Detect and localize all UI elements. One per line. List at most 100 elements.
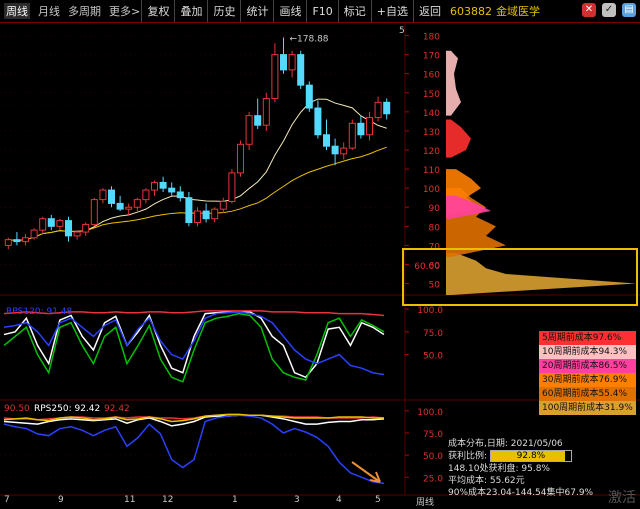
candle-body [73,231,81,237]
price-tick-label: 170 [423,52,440,62]
highlight-price-label: 60.00 [414,262,440,272]
x-tick-label: 12 [162,495,174,505]
candle-body [142,189,150,201]
candle-body [305,84,313,109]
candle-body [331,145,339,155]
price-tick-label: 70 [429,242,441,252]
cost-layer-6 [446,50,461,116]
candle-body [365,117,374,136]
cost-date-row: 成本分布,日期: 2021/05/06 [446,438,640,450]
candle-body [64,220,73,237]
x-tick-label: 5 [375,495,381,505]
cost-legend: 5周期前成本97.6% 10周期前成本94.3% 20周期前成本86.5% 30… [539,331,636,415]
candle-body [262,97,270,126]
candle-body [245,115,253,145]
profit-label: 获利比例: [448,451,488,462]
x-tick-label: 9 [58,495,64,505]
candle-body [202,210,210,220]
chart-canvas: 5060708090100110120130140150160170180←17… [0,22,640,496]
candle-body [116,202,124,210]
rps-tick-label: 50.0 [423,352,443,362]
price-tick-label: 130 [423,128,440,138]
candle-body [185,197,193,224]
candle-body [56,220,64,227]
x-tick-label: 1 [232,495,238,505]
profit-line-2: 平均成本: 55.62元 [448,475,525,486]
price-tick-label: 110 [423,166,440,176]
cost-layer-1 [446,253,636,295]
x-tick-label: 11 [124,495,136,505]
candle-body [314,107,322,136]
rps-series-line [3,311,385,376]
price-tick-label: 50 [429,281,441,291]
x-tick-label: 4 [336,495,342,505]
profit-ratio-text: 92.8% [516,451,546,461]
price-tick-label: 180 [423,33,440,43]
legend-10: 10周期前成本94.3% [539,345,636,359]
watermark: 激活 [608,490,636,506]
x-tick-label: 3 [294,495,300,505]
x-axis: 7 9 11 12 1 3 4 5 周线 [0,495,446,509]
candle-body [219,201,227,210]
rps-left-label: 90.50 [4,404,30,414]
price-tick-label: 160 [423,71,440,81]
candle-body [21,237,30,243]
legend-5: 5周期前成本97.6% [539,331,636,345]
rps-tick-label: 25.0 [423,474,443,484]
rps-series-line [3,414,385,485]
candle-body [254,115,262,126]
candle-body [90,199,98,225]
candle-body [159,181,167,189]
rps120-label: RPS120: 91.48 [6,307,73,317]
cost-date-label: 成本分布,日期: [448,439,508,449]
price-tick-label: 140 [423,109,440,119]
legend-20: 20周期前成本86.5% [539,359,636,373]
profit-ratio-bar: 92.8% [489,450,572,462]
profit-line-1: 148.10处获利盘: 95.8% [448,463,550,474]
candle-body [374,101,382,119]
rps-series-line [3,414,385,427]
cost-layer-5 [446,119,471,158]
candle-body [82,223,90,233]
candle-body [271,54,279,99]
candle-body [168,187,176,193]
rps-tick-label: 50.0 [423,452,443,462]
candle-body [47,218,55,227]
bottom-period-label: 周线 [416,498,435,508]
rps250-label: RPS250: 92.42 [34,404,100,414]
candle-body [340,147,348,155]
rps-tick-label: 100.0 [417,306,443,316]
candle-body [211,208,219,220]
legend-30: 30周期前成本76.9% [539,373,636,387]
rps250-extra-label: 92.42 [104,404,130,414]
price-tick-label: 80 [429,223,441,233]
candle-body [4,239,12,246]
candle-body [107,189,116,204]
candle-body [322,134,331,147]
candle-body [383,101,391,115]
rps-tick-label: 75.0 [423,329,443,339]
rps-tick-label: 75.0 [423,430,443,440]
x-tick-label: 7 [4,495,10,505]
candle-body [133,199,141,208]
candle-body [39,218,47,231]
candle-body [297,54,305,86]
profit-row: 获利比例: 92.8% [446,450,640,463]
candle-body [99,189,107,201]
candle-body [288,54,296,71]
candle-body [228,172,236,203]
candle-body [348,122,356,149]
rps-series-line [3,312,385,383]
candle-body [236,143,245,174]
candle-body [13,239,21,243]
legend-100: 100周期前成本31.9% [539,401,636,415]
peak-price-label: ←178.88 [290,34,329,44]
candle-body [279,54,288,71]
price-tick-label: 90 [429,204,441,214]
price-tick-label: 100 [423,185,440,195]
price-tick-label: 150 [423,90,440,100]
price-tick-label: 120 [423,147,440,157]
legend-60: 60周期前成本55.4% [539,387,636,401]
candle-body [357,122,365,136]
rps-tick-label: 100.0 [417,408,443,418]
